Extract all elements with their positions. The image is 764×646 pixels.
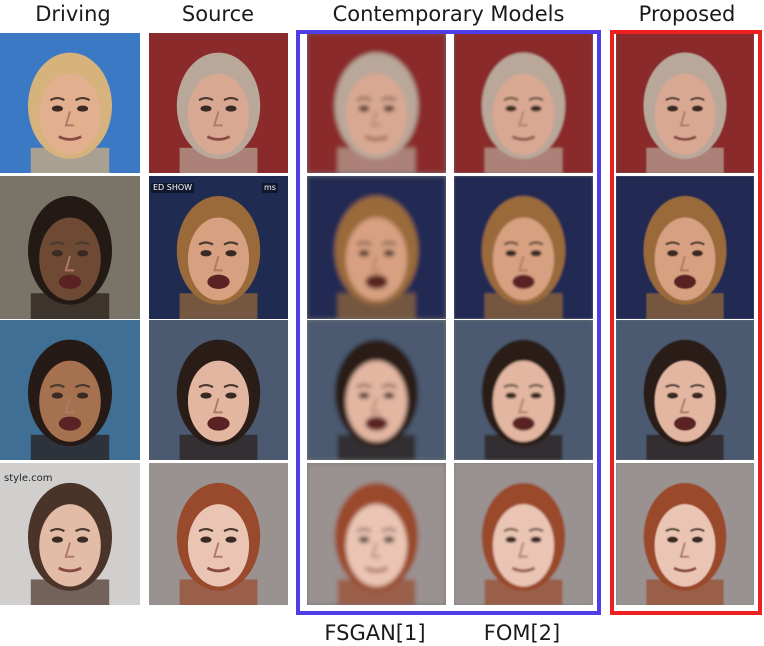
driving-image-row-4 — [0, 463, 140, 605]
source-image-row-2 — [149, 176, 288, 319]
face-illustration — [616, 463, 754, 605]
face-illustration — [0, 33, 140, 173]
style-watermark-text: style.com — [4, 473, 53, 484]
fsgan-image-row-1 — [307, 33, 446, 173]
face-illustration — [149, 176, 288, 319]
proposed-image-row-4 — [616, 463, 754, 605]
header-driving: Driving — [35, 2, 111, 26]
face-illustration — [149, 33, 288, 173]
face-illustration — [307, 33, 446, 173]
footer-fsgan: FSGAN[1] — [324, 621, 426, 645]
face-illustration — [307, 463, 446, 605]
source-image-row-3 — [149, 320, 288, 460]
proposed-image-row-2 — [616, 176, 754, 319]
face-illustration — [0, 320, 140, 460]
fsgan-image-row-2 — [307, 176, 446, 319]
header-contemporary-models: Contemporary Models — [332, 2, 565, 26]
face-illustration — [454, 320, 593, 460]
face-illustration — [454, 463, 593, 605]
face-illustration — [454, 33, 593, 173]
fom-image-row-3 — [454, 320, 593, 460]
face-illustration — [149, 320, 288, 460]
proposed-image-row-3 — [616, 320, 754, 460]
face-illustration — [616, 176, 754, 319]
driving-image-row-2 — [0, 176, 140, 319]
fom-image-row-2 — [454, 176, 593, 319]
footer-fom: FOM[2] — [483, 621, 561, 645]
header-source: Source — [181, 2, 255, 26]
driving-image-row-1 — [0, 33, 140, 173]
proposed-image-row-1 — [616, 33, 754, 173]
fsgan-image-row-4 — [307, 463, 446, 605]
source-image-row-4 — [149, 463, 288, 605]
fom-image-row-1 — [454, 33, 593, 173]
face-illustration — [616, 33, 754, 173]
channel-logo-text: ms — [262, 183, 278, 193]
fsgan-image-row-3 — [307, 320, 446, 460]
driving-image-row-3 — [0, 320, 140, 460]
face-illustration — [0, 176, 140, 319]
news-show-text: ED SHOW — [151, 183, 195, 193]
face-illustration — [0, 463, 140, 605]
face-illustration — [307, 320, 446, 460]
source-image-row-1 — [149, 33, 288, 173]
face-illustration — [616, 320, 754, 460]
header-proposed: Proposed — [638, 2, 736, 26]
face-illustration — [149, 463, 288, 605]
fom-image-row-4 — [454, 463, 593, 605]
face-illustration — [307, 176, 446, 319]
face-illustration — [454, 176, 593, 319]
